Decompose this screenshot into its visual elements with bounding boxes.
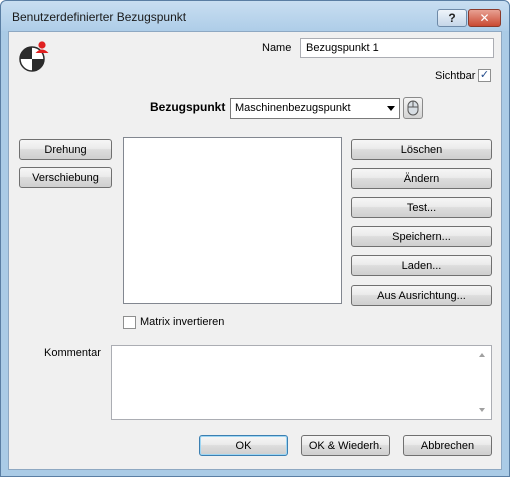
comment-textarea[interactable]	[111, 345, 492, 420]
matrix-list[interactable]	[123, 137, 342, 304]
comment-scrollbar[interactable]	[475, 347, 490, 418]
comment-label: Kommentar	[44, 347, 101, 359]
test-button[interactable]: Test...	[351, 197, 492, 218]
reference-select-value: Maschinenbezugspunkt	[235, 102, 351, 114]
delete-button[interactable]: Löschen	[351, 139, 492, 160]
cancel-button[interactable]: Abbrechen	[403, 435, 492, 456]
reference-label: Bezugspunkt	[150, 100, 226, 114]
visible-label: Sichtbar	[435, 70, 476, 82]
pick-reference-button[interactable]	[403, 97, 423, 119]
save-button[interactable]: Speichern...	[351, 226, 492, 247]
visible-checkbox[interactable]: ✓	[478, 69, 491, 82]
checkmark-icon: ✓	[479, 69, 490, 81]
mouse-icon	[407, 100, 419, 116]
window-title: Benutzerdefinierter Bezugspunkt	[12, 10, 187, 24]
rotation-button[interactable]: Drehung	[19, 139, 112, 160]
ok-button[interactable]: OK	[199, 435, 288, 456]
help-button[interactable]: ?	[437, 9, 467, 27]
scroll-up-icon[interactable]	[479, 353, 485, 357]
scroll-down-icon[interactable]	[479, 408, 485, 412]
name-label: Name	[262, 42, 292, 54]
invert-matrix-label: Matrix invertieren	[140, 316, 225, 328]
dialog-client-area: Name Bezugspunkt 1 Sichtbar ✓ Bezugspunk…	[8, 31, 502, 470]
name-input-value: Bezugspunkt 1	[306, 42, 379, 54]
dialog-window: Benutzerdefinierter Bezugspunkt ? ✕ Name…	[0, 0, 510, 477]
close-button[interactable]: ✕	[468, 9, 501, 27]
name-input[interactable]: Bezugspunkt 1	[300, 38, 494, 58]
invert-matrix-checkbox[interactable]	[123, 316, 136, 329]
load-button[interactable]: Laden...	[351, 255, 492, 276]
from-alignment-button[interactable]: Aus Ausrichtung...	[351, 285, 492, 306]
translation-button[interactable]: Verschiebung	[19, 167, 112, 188]
help-icon: ?	[448, 11, 456, 25]
title-bar[interactable]: Benutzerdefinierter Bezugspunkt ? ✕	[1, 1, 509, 31]
close-icon: ✕	[479, 11, 490, 25]
reference-select[interactable]: Maschinenbezugspunkt	[230, 98, 400, 119]
chevron-down-icon	[387, 106, 395, 111]
reference-point-logo-icon	[19, 41, 49, 72]
ok-repeat-button[interactable]: OK & Wiederh.	[301, 435, 390, 456]
modify-button[interactable]: Ändern	[351, 168, 492, 189]
